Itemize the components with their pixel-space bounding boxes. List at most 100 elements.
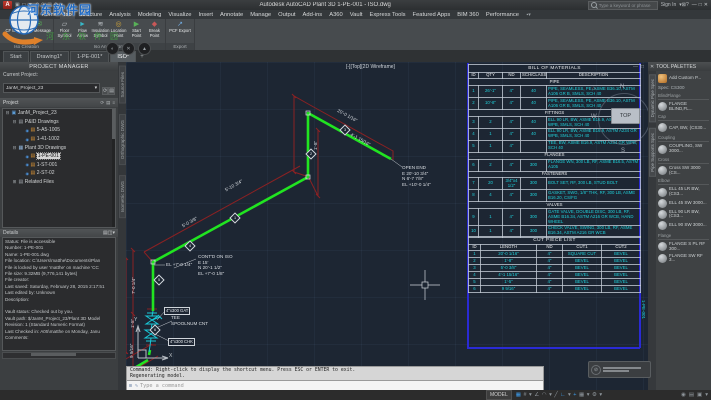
close-icon[interactable]: ✕	[650, 64, 654, 70]
status-toggle-icon[interactable]: ▾	[587, 392, 590, 398]
viewcube-top-face[interactable]: TOP	[611, 108, 640, 124]
status-toggle-icon[interactable]: ▾	[529, 392, 532, 398]
ribbon-tab-analysis[interactable]: Analysis	[106, 10, 135, 19]
status-toggle-icon[interactable]: ▦	[579, 392, 584, 398]
status-toggle-icon[interactable]: ∠	[534, 392, 539, 398]
details-horizontal-scrollbar[interactable]	[2, 352, 116, 359]
status-right-icon[interactable]: ▣	[697, 392, 702, 398]
tree-scrollbar[interactable]	[112, 109, 115, 227]
status-toggle-icon[interactable]: ▾	[599, 392, 602, 398]
palette-item-ell-90-sw-3000[interactable]: ELL 90 SW 3000...	[658, 221, 709, 230]
break-point-button[interactable]: ◆Break Point	[146, 20, 163, 38]
palette-item-coupling-sw-3000[interactable]: COUPLING, SW 3000...	[658, 144, 709, 153]
palette-item-add-custom[interactable]: Add Custom P...	[658, 74, 709, 83]
project-select-icon[interactable]: ▤	[108, 87, 115, 95]
ribbon-tab-modeling[interactable]: Modeling	[134, 10, 165, 19]
ribbon-tab-bim-360[interactable]: BIM 360	[454, 10, 483, 19]
tree-item-plant-3d-drawings[interactable]: ⊟▦Plant 3D Drawings	[3, 143, 115, 152]
palette-tab-pipe-supports-spec[interactable]: Pipe Supports Spec	[649, 128, 656, 177]
window-button[interactable]: □	[699, 2, 702, 8]
status-toggle-icon[interactable]: ▾	[568, 392, 571, 398]
infocenter: Type a keyword or phrase Sign In ▾⊠? —□✕	[588, 1, 708, 10]
ribbon-tab-express-tools[interactable]: Express Tools	[366, 10, 409, 19]
status-toggle-icon[interactable]: ◠	[542, 392, 547, 398]
file-tab-1-pe-001[interactable]: 1-PE-001*	[70, 51, 109, 62]
tree-item-1-st-001[interactable]: ◉▤1-ST-001	[3, 161, 115, 170]
ribbon-tab-output[interactable]: Output	[275, 10, 299, 19]
tree-item-2-st-02[interactable]: ◉▤2-ST-02	[3, 169, 115, 178]
viewcube-home-icon[interactable]: ⌂	[592, 86, 596, 92]
ribbon-overflow-icon[interactable]: ▪▾	[523, 10, 535, 19]
viewcube-north[interactable]: N	[620, 84, 624, 90]
palette-item-flange-blind-fl[interactable]: FLANGE BLIND,FL...	[658, 102, 709, 111]
status-right-icon[interactable]: ◉	[681, 392, 686, 398]
palette-item-cross-sw-3000-cs[interactable]: Cross SW 3000 (CS...	[658, 166, 709, 175]
palette-item-ell-90-lr-bw-cs3[interactable]: ELL 90 LR BW, (CS3...	[658, 210, 709, 219]
side-tab-isometric-dwg[interactable]: Isometric DWG	[119, 175, 126, 218]
ribbon-tab-performance[interactable]: Performance	[482, 10, 522, 19]
tree-toolbar-icon[interactable]: ▤	[106, 100, 110, 106]
file-tab-start[interactable]: Start	[3, 51, 29, 62]
tree-toolbar-icon[interactable]: ≡	[112, 100, 115, 106]
start-point-button[interactable]: ▶Start Point	[128, 20, 145, 38]
palette-item-ell-45-lr-bw-cs3[interactable]: ELL 45 LR BW, (CS3...	[658, 187, 709, 196]
dimension-text: 9 9/16"	[129, 344, 134, 358]
file-tab-drawing1[interactable]: Drawing1*	[30, 51, 69, 62]
status-toggle-icon[interactable]: +	[573, 392, 576, 398]
tree-expand-icon[interactable]: ⊟	[5, 110, 10, 116]
tree-item-janm-project-23[interactable]: ⊟▣JanM_Project_23	[3, 109, 115, 118]
viewport-label[interactable]: [-][Top][2D Wireframe]	[346, 64, 395, 70]
bom-cell: 26'-1"	[479, 86, 503, 98]
ribbon-tab-insert[interactable]: Insert	[195, 10, 217, 19]
infocenter-icon[interactable]: ?	[686, 2, 689, 8]
status-toggle-icon[interactable]: ∟	[560, 392, 565, 398]
viewcube[interactable]: ⌂ N W S TOP	[594, 84, 648, 158]
status-toggle-icon[interactable]: ▾	[549, 392, 552, 398]
tree-toolbar-icon[interactable]: ⟳	[100, 100, 104, 106]
drawing-viewport[interactable]: [-][Top][2D Wireframe] —□ 1-PE-001 BILL …	[126, 62, 648, 390]
palette-item-cap-bw-cs30[interactable]: CAP, BW, (CS30...	[658, 123, 709, 132]
drawing-window-button[interactable]: □	[641, 64, 644, 70]
tree-item-1-pe-001[interactable]: ◉▤1-PE-001	[3, 152, 115, 161]
ribbon-tab-vault[interactable]: Vault	[346, 10, 366, 19]
palette-item-ell-45-sw-3000[interactable]: ELL 45 SW 3000...	[658, 199, 709, 208]
pcf-export-button[interactable]: ↗PCF Export	[168, 20, 192, 34]
ribbon-tab-visualize[interactable]: Visualize	[165, 10, 195, 19]
status-right-icon[interactable]: ▤	[689, 392, 694, 398]
ribbon-tab-annotate[interactable]: Annotate	[216, 10, 246, 19]
window-button[interactable]: —	[692, 2, 697, 8]
ribbon-tab-manage[interactable]: Manage	[247, 10, 275, 19]
side-tab-source-files[interactable]: Source Files	[119, 66, 126, 104]
viewcube-west[interactable]: W	[591, 114, 597, 120]
ribbon-tab-a360[interactable]: A360	[326, 10, 347, 19]
status-toggle-icon[interactable]: ╱	[554, 392, 557, 398]
performance-notification[interactable]: ⊘	[588, 361, 651, 378]
palette-item-flange-sw-rf-3[interactable]: FLANGE SW RF 3...	[658, 254, 709, 263]
pcf-export-label: PCF Export	[169, 29, 191, 34]
tree-expand-icon[interactable]: ⊞	[12, 179, 17, 185]
viewcube-south[interactable]: S	[621, 148, 625, 154]
ribbon-tab-featured-apps[interactable]: Featured Apps	[409, 10, 454, 19]
iso-note: CONT'D ON ISO E 15' N 20'-1 1/2" EL +7'-…	[198, 254, 233, 277]
signin-button[interactable]: Sign In	[661, 2, 677, 8]
tree-item-p-id-drawings[interactable]: ⊟▤P&ID Drawings	[3, 118, 115, 127]
tree-expand-icon[interactable]: ⊟	[12, 145, 17, 151]
model-space-button[interactable]: MODEL	[486, 390, 512, 400]
status-right-icon[interactable]: ▾	[705, 392, 708, 398]
side-tab-orthographic-dwg[interactable]: Orthographic DWG	[119, 114, 126, 165]
search-input[interactable]: Type a keyword or phrase	[588, 1, 658, 10]
ribbon-tab-add-ins[interactable]: Add-ins	[299, 10, 326, 19]
tree-expand-icon[interactable]: ⊟	[12, 119, 17, 125]
status-toggle-icon[interactable]: #	[523, 392, 526, 398]
status-toggle-icon[interactable]: ⚙	[592, 392, 597, 398]
tree-item-related-files[interactable]: ⊞▤Related Files	[3, 178, 115, 187]
current-project-select[interactable]: JanM_Project_23 ▾	[3, 83, 100, 93]
palette-tab-dynamic-pipe-spec[interactable]: Dynamic Pipe Spec	[649, 74, 656, 122]
palette-item-flange-s-pl-rf-300[interactable]: FLANGE S PL RF 300...	[658, 242, 709, 251]
details-toolbar-icon[interactable]: ▾	[112, 230, 115, 236]
window-button[interactable]: ✕	[704, 2, 708, 8]
tree-item-1-41-1002[interactable]: ◉▤1-41-1002	[3, 135, 115, 144]
bom-cell: GASKET, SWG, 1/8" THK, RF, 300 LB, ASME …	[547, 190, 641, 202]
tree-item-5-a5-1005[interactable]: ◉▤5-A5-1005	[3, 126, 115, 135]
status-toggle-icon[interactable]: ▦	[516, 392, 521, 398]
